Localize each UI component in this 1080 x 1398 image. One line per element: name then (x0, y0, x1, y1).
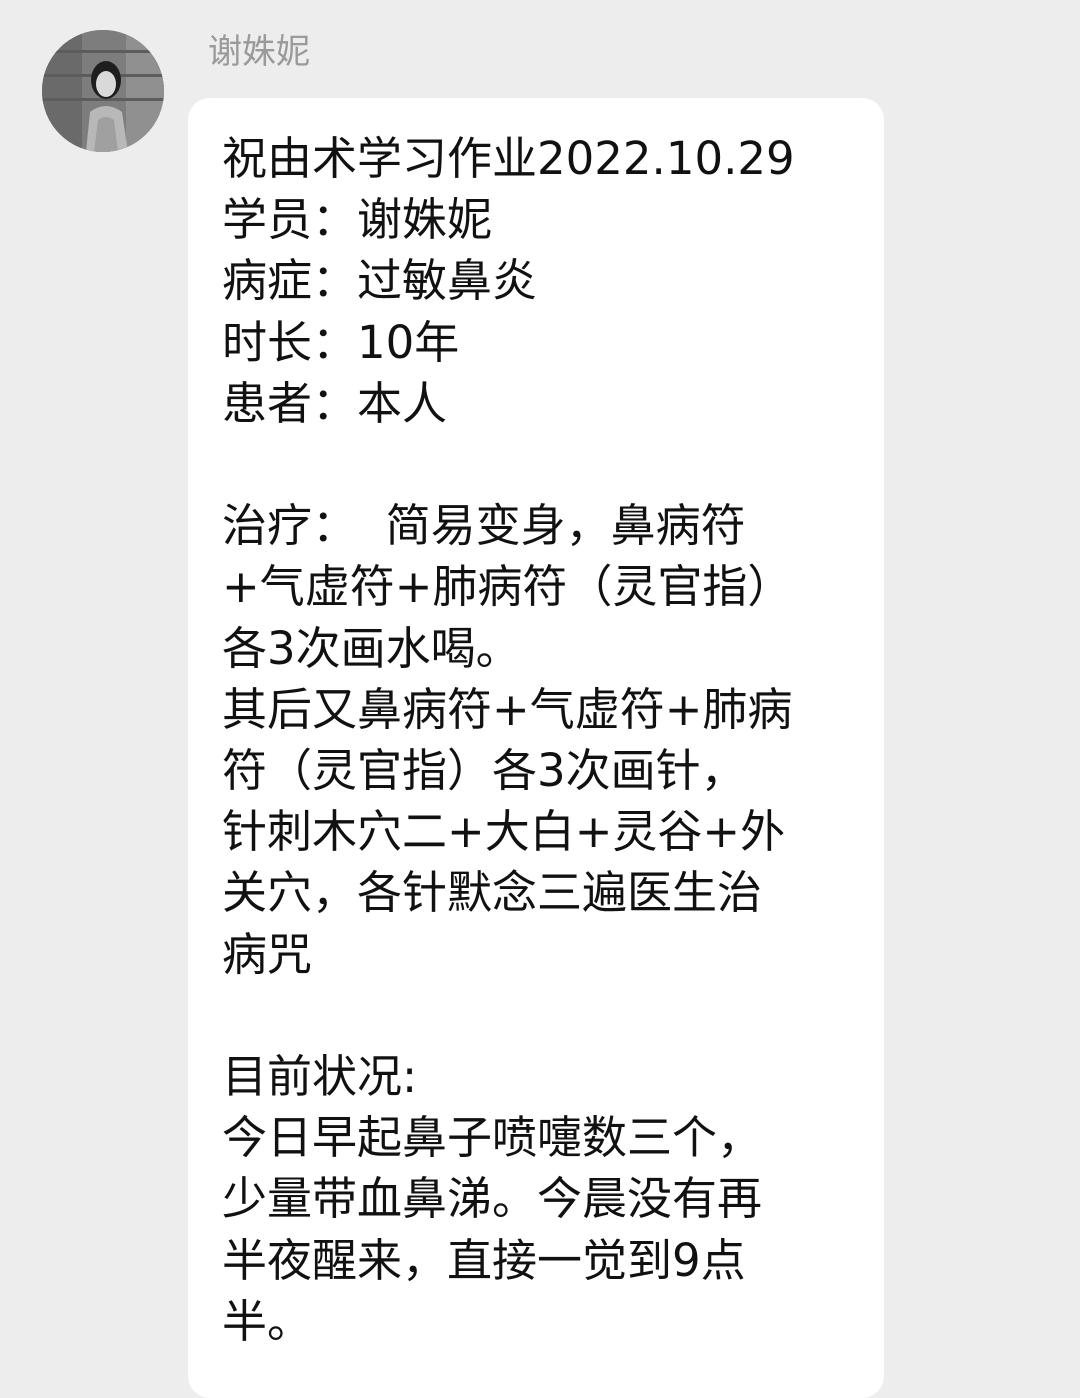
message-line: 关穴，各针默念三遍医生治 (222, 866, 763, 920)
message-line: 其后又鼻病符+气虚符+肺病 (222, 682, 793, 736)
message-bubble[interactable]: 祝由术学习作业2022.10.29 学员：谢姝妮 病症：过敏鼻炎 时长：10年 … (188, 98, 884, 1398)
message-line: 目前状况: (222, 1050, 418, 1104)
message-line: 半。 (222, 1294, 313, 1348)
message-line: 符（灵官指）各3次画针， (222, 744, 746, 798)
message-line: 针刺木穴二+大白+灵谷+外 (222, 805, 786, 859)
message-line: 少量带血鼻涕。今晨没有再 (222, 1172, 763, 1226)
message-line: +气虚符+肺病符（灵官指） (222, 560, 793, 614)
message-line: 各3次画水喝。 (222, 621, 521, 675)
avatar[interactable] (42, 30, 164, 152)
message-line: 学员：谢姝妮 (222, 193, 493, 247)
message-line: 病咒 (222, 927, 313, 981)
user-photo-avatar-icon (42, 30, 164, 152)
message-line: 半夜醒来，直接一觉到9点 (222, 1233, 746, 1287)
message-line: 病症：过敏鼻炎 (222, 254, 538, 308)
message-line: 祝由术学习作业2022.10.29 (222, 132, 795, 185)
message-line: 患者：本人 (222, 376, 448, 430)
message-line: 治疗： 简易变身，鼻病符 (222, 499, 746, 553)
message-text: 祝由术学习作业2022.10.29 学员：谢姝妮 病症：过敏鼻炎 时长：10年 … (222, 128, 884, 1352)
message-line: 时长：10年 (222, 315, 460, 369)
sender-name: 谢姝妮 (208, 32, 310, 72)
message-line: 今日早起鼻子喷嚏数三个， (222, 1111, 763, 1165)
